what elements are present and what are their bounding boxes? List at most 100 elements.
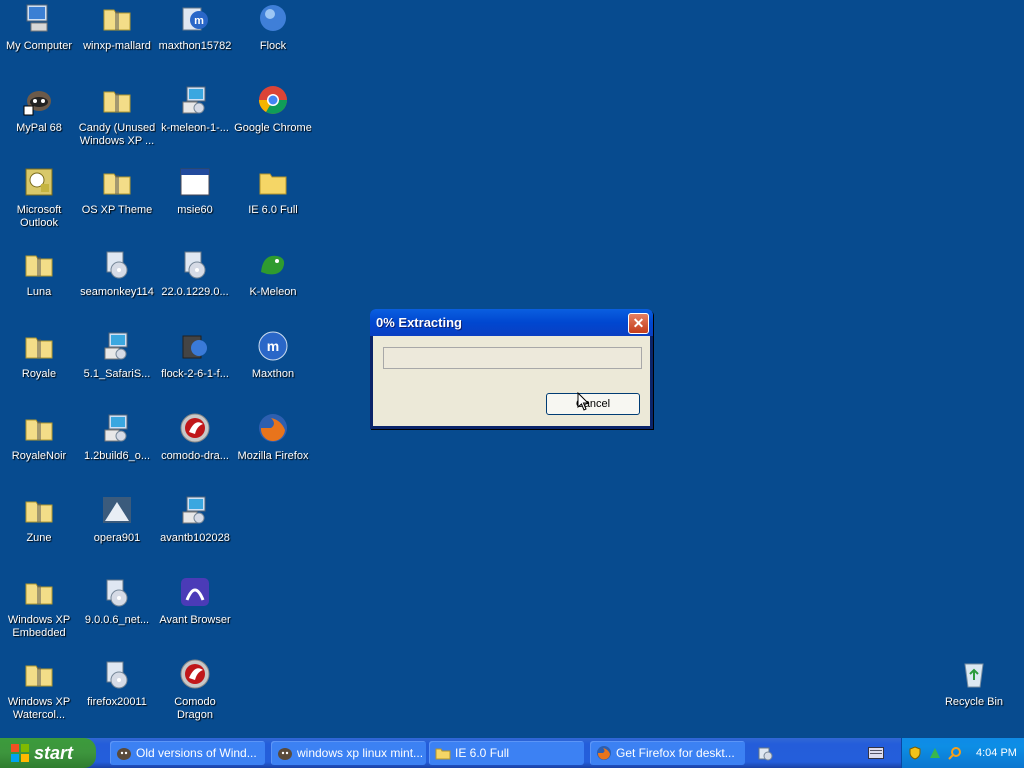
taskbar-button-label: windows xp linux mint... [297, 746, 424, 760]
close-icon: ✕ [632, 315, 645, 331]
desktop-icon-royale[interactable]: Royale [0, 330, 78, 406]
zip-folder-icon [25, 255, 53, 277]
start-button[interactable]: start [0, 738, 96, 768]
desktop-icon-winxp-mallard[interactable]: winxp-mallard [78, 2, 156, 78]
desktop-icon-windows-xp-embedded[interactable]: Windows XP Embedded [0, 576, 78, 652]
security-shield-icon[interactable] [908, 746, 922, 760]
maxthon-icon: m [258, 331, 288, 361]
zip-folder-icon [25, 337, 53, 359]
zip-folder-icon [25, 419, 53, 441]
zip-folder-icon [25, 665, 53, 687]
desktop-icon-safari-installer[interactable]: 5.1_SafariS... [78, 330, 156, 406]
zip-folder-icon [103, 173, 131, 195]
desktop-icon-msie60[interactable]: msie60 [156, 166, 234, 242]
installer-cd-icon [106, 251, 128, 279]
desktop-icon-net-installer[interactable]: 9.0.0.6_net... [78, 576, 156, 652]
installer-icon [182, 86, 206, 114]
taskbar-button-label: Old versions of Wind... [136, 746, 257, 760]
clock: 4:04 PM [976, 747, 1017, 759]
installer-icon [182, 335, 207, 359]
desktop-icon-build6-installer[interactable]: 1.2build6_o... [78, 412, 156, 488]
dialog-body: Cancel [373, 336, 650, 426]
desktop-icon-microsoft-outlook[interactable]: Microsoft Outlook [0, 166, 78, 242]
close-button[interactable]: ✕ [628, 313, 649, 334]
start-label: start [34, 742, 74, 763]
installer-icon [104, 414, 128, 442]
desktop-icon-avantb102028[interactable]: avantb102028 [156, 494, 234, 570]
cancel-button[interactable]: Cancel [546, 393, 640, 415]
desktop-icon-chrome-installer[interactable]: 22.0.1229.0... [156, 248, 234, 324]
desktop-icon-zune[interactable]: Zune [0, 494, 78, 570]
keyboard-icon[interactable] [868, 747, 884, 759]
chrome-icon [259, 86, 287, 114]
installer-icon [104, 332, 128, 360]
taskbar-button-windows-xp-linux-mint[interactable]: windows xp linux mint... [271, 741, 426, 765]
desktop-icon-recycle-bin[interactable]: Recycle Bin [935, 658, 1013, 734]
comodo-icon [180, 659, 210, 689]
maxthon-installer-icon: m [182, 7, 208, 31]
firefox-icon [597, 746, 611, 760]
windows-logo-icon [11, 744, 29, 762]
desktop-icon-k-meleon-installer[interactable]: k-meleon-1-... [156, 84, 234, 160]
mouse-cursor-icon [577, 392, 590, 411]
outlook-icon [25, 168, 53, 196]
taskbar-button-label: Get Firefox for deskt... [616, 746, 735, 760]
kmeleon-icon [261, 255, 285, 275]
desktop-icon-royalenoir[interactable]: RoyaleNoir [0, 412, 78, 488]
installer-cd-icon [106, 579, 128, 607]
svg-text:m: m [194, 15, 204, 27]
taskbar-button-get-firefox[interactable]: Get Firefox for deskt... [590, 741, 745, 765]
folder-icon [435, 748, 451, 760]
taskbar-button-ie-6-full[interactable]: IE 6.0 Full [429, 741, 584, 765]
network-icon[interactable] [928, 746, 942, 760]
desktop-icon-windows-xp-watercolor[interactable]: Windows XP Watercol... [0, 658, 78, 734]
desktop-icon-mozilla-firefox[interactable]: Mozilla Firefox [234, 412, 312, 488]
desktop-icon-ie-6-full[interactable]: IE 6.0 Full [234, 166, 312, 242]
installer-icon[interactable] [757, 745, 773, 761]
folder-icon [259, 173, 287, 195]
mypal-icon [278, 748, 292, 760]
desktop-icon-flock-installer[interactable]: flock-2-6-1-f... [156, 330, 234, 406]
installer-cd-icon [184, 251, 206, 279]
taskbar: start Old versions of Wind... windows xp… [0, 738, 1024, 768]
progress-bar [383, 347, 642, 369]
zip-folder-icon [103, 91, 131, 113]
installer-cd-icon [106, 661, 128, 689]
zip-folder-icon [103, 9, 131, 31]
computer-icon [26, 4, 48, 32]
desktop-icon-k-meleon[interactable]: K-Meleon [234, 248, 312, 324]
desktop-icon-opera901[interactable]: opera901 [78, 494, 156, 570]
desktop-icon-firefox20011[interactable]: firefox20011 [78, 658, 156, 734]
avant-icon [181, 578, 209, 606]
desktop-icon-avant-browser[interactable]: Avant Browser [156, 576, 234, 652]
desktop-icon-os-xp-theme[interactable]: OS XP Theme [78, 166, 156, 242]
zip-folder-icon [25, 583, 53, 605]
desktop-icon-candy[interactable]: Candy (Unused Windows XP ... [78, 84, 156, 160]
window-icon [180, 168, 210, 196]
dialog-title: 0% Extracting [376, 315, 462, 330]
mypal-icon [117, 748, 131, 760]
extracting-dialog: 0% Extracting ✕ Cancel [370, 309, 653, 429]
taskbar-button-label: IE 6.0 Full [455, 746, 510, 760]
system-tray: 4:04 PM [901, 738, 1024, 768]
desktop-icon-my-computer[interactable]: My Computer [0, 2, 78, 78]
firefox-icon [259, 414, 287, 442]
desktop-icon-google-chrome[interactable]: Google Chrome [234, 84, 312, 160]
zip-folder-icon [25, 501, 53, 523]
desktop-icon-maxthon15782[interactable]: m maxthon15782 [156, 2, 234, 78]
desktop-icon-flock[interactable]: Flock [234, 2, 312, 78]
desktop-icon-comodo-installer[interactable]: comodo-dra... [156, 412, 234, 488]
svg-text:m: m [267, 338, 279, 354]
mypal-icon [23, 91, 51, 116]
dialog-titlebar[interactable]: 0% Extracting ✕ [370, 309, 653, 336]
opera-installer-icon [103, 497, 131, 523]
desktop-icon-mypal[interactable]: MyPal 68 [0, 84, 78, 160]
comodo-icon [180, 413, 210, 443]
desktop-icon-seamonkey114[interactable]: seamonkey114 [78, 248, 156, 324]
desktop-icon-luna[interactable]: Luna [0, 248, 78, 324]
desktop-icon-comodo-dragon[interactable]: Comodo Dragon [156, 658, 234, 734]
desktop-icon-maxthon[interactable]: m Maxthon [234, 330, 312, 406]
flock-icon [260, 5, 286, 31]
taskbar-button-old-versions[interactable]: Old versions of Wind... [110, 741, 265, 765]
search-icon[interactable] [948, 746, 962, 760]
